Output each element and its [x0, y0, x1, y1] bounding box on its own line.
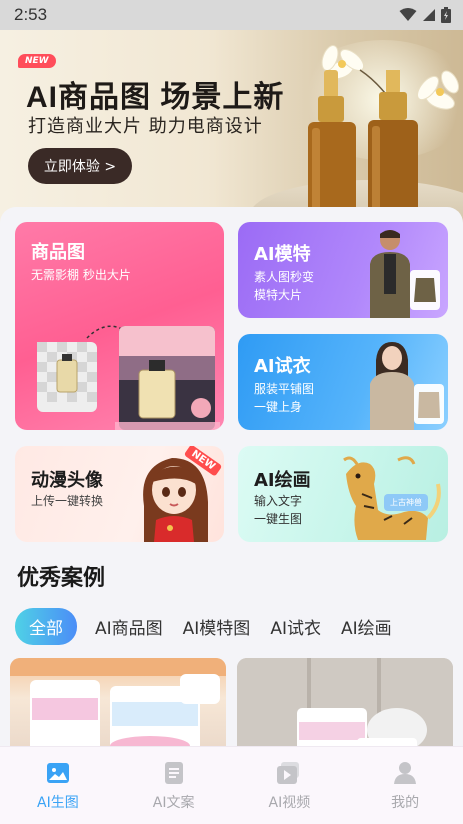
battery-icon — [441, 7, 451, 23]
tile-draw-title: AI绘画 — [254, 470, 311, 491]
bottom-navigation: AI生图 AI文案 AI视频 我的 — [0, 746, 463, 824]
tab-all[interactable]: 全部 — [15, 607, 77, 645]
hero-title: AI商品图 场景上新 — [26, 81, 285, 114]
nav-ai-video[interactable]: AI视频 — [244, 761, 334, 812]
tile-model-desc-line2: 模特大片 — [254, 288, 303, 302]
tile-product-image[interactable]: 商品图 无需影棚 秒出大片 — [15, 222, 224, 430]
nav-label: AI视频 — [268, 795, 311, 811]
person-icon — [394, 762, 417, 784]
tile-draw-desc-line1: 输入文字 — [254, 494, 303, 508]
hero-subtitle: 打造商业大片 助力电商设计 — [28, 116, 263, 137]
nav-profile[interactable]: 我的 — [360, 761, 450, 812]
tile-product-desc: 无需影棚 秒出大片 — [31, 268, 131, 282]
tile-ai-tryon[interactable]: AI试衣 服装平铺图 一键上身 — [238, 334, 448, 430]
tab-ai-drawing[interactable]: AI绘画 — [341, 614, 392, 639]
case-image-diapers — [10, 658, 226, 758]
nav-label: AI文案 — [152, 795, 195, 811]
tile-product-title: 商品图 — [31, 242, 85, 263]
tile-tryon-desc: 服装平铺图 一键上身 — [254, 380, 314, 416]
document-icon — [164, 762, 183, 784]
product-showcase-image — [37, 325, 220, 430]
tile-tryon-title: AI试衣 — [254, 356, 311, 377]
nav-ai-image[interactable]: AI生图 — [13, 761, 103, 812]
nav-label: AI生图 — [37, 795, 79, 811]
tile-ai-drawing[interactable]: AI绘画 输入文字 一键生图 上古神兽 — [238, 446, 448, 542]
female-model-image — [370, 342, 444, 430]
wifi-icon — [399, 8, 417, 21]
hero-banner[interactable]: NEW AI商品图 场景上新 打造商业大片 助力电商设计 立即体验 > — [0, 30, 463, 230]
tile-draw-desc: 输入文字 一键生图 — [254, 492, 302, 528]
tab-ai-product-image[interactable]: AI商品图 — [95, 614, 163, 639]
case-category-tabs: 全部 AI商品图 AI模特图 AI试衣 AI绘画 — [15, 607, 463, 645]
status-bar: 2:53 — [0, 0, 463, 30]
nav-ai-copywriting[interactable]: AI文案 — [129, 761, 219, 812]
case-card[interactable] — [10, 658, 226, 758]
tile-ai-model[interactable]: AI模特 素人图秒变 模特大片 — [238, 222, 448, 318]
nav-label: 我的 — [391, 795, 420, 811]
tile-tryon-desc-line1: 服装平铺图 — [254, 382, 315, 396]
tile-draw-desc-line2: 一键生图 — [254, 512, 303, 526]
case-image-products — [237, 658, 453, 758]
video-icon — [277, 762, 300, 784]
section-title-cases: 优秀案例 — [17, 566, 106, 591]
male-model-image — [370, 230, 440, 318]
tile-anime-avatar[interactable]: 动漫头像 上传一键转换 NEW — [15, 446, 224, 542]
status-icons — [399, 7, 451, 23]
beast-chip: 上古神兽 — [384, 494, 428, 511]
tile-anime-desc: 上传一键转换 — [31, 494, 104, 508]
hero-new-badge: NEW — [18, 54, 56, 68]
case-card[interactable] — [237, 658, 453, 758]
image-icon — [46, 763, 69, 783]
tile-model-desc-line1: 素人图秒变 — [254, 270, 315, 284]
tab-ai-tryon[interactable]: AI试衣 — [270, 614, 321, 639]
tab-ai-model-image[interactable]: AI模特图 — [183, 614, 251, 639]
signal-icon — [423, 9, 435, 21]
tile-tryon-desc-line2: 一键上身 — [254, 400, 303, 414]
tile-anime-title: 动漫头像 — [31, 470, 103, 491]
tile-model-desc: 素人图秒变 模特大片 — [254, 268, 314, 304]
status-time: 2:53 — [14, 5, 48, 24]
tile-model-title: AI模特 — [254, 244, 311, 265]
try-now-button[interactable]: 立即体验 > — [28, 148, 132, 184]
serum-bottles-image — [308, 70, 418, 226]
